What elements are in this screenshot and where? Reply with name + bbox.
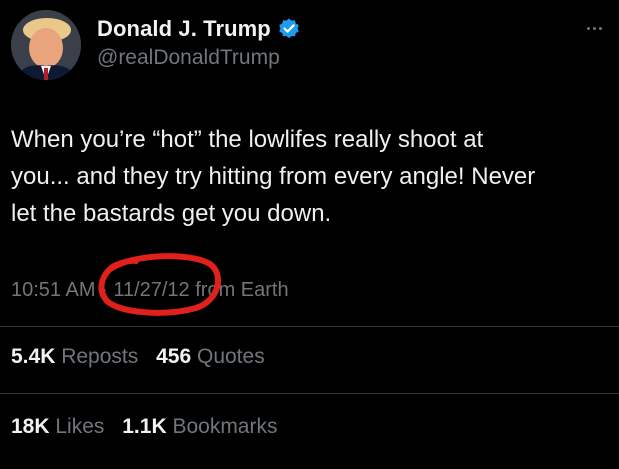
divider [0,393,619,394]
tweet-source: from Earth [195,279,289,301]
reposts-stat[interactable]: 5.4K Reposts [11,345,138,369]
bookmarks-stat[interactable]: 1.1K Bookmarks [122,415,277,439]
likes-label: Likes [55,415,105,438]
reposts-count: 5.4K [11,345,56,368]
stats-row-likes: 18K Likes 1.1K Bookmarks [11,415,289,439]
tweet-date[interactable]: 11/27/12 [113,279,189,301]
likes-count: 18K [11,415,50,438]
tweet-time[interactable]: 10:51 AM [11,279,96,301]
bookmarks-count: 1.1K [122,415,167,438]
stats-row-engagement: 5.4K Reposts 456 Quotes [11,345,277,369]
quotes-stat[interactable]: 456 Quotes [156,345,265,369]
tweet-text: When you’re “hot” the lowlifes really sh… [11,126,536,227]
likes-stat[interactable]: 18K Likes [11,415,104,439]
tweet-card: Donald J. Trump @realDonaldTrump When yo… [0,0,619,469]
verified-badge-icon [279,18,299,39]
avatar[interactable] [11,10,81,80]
reposts-label: Reposts [61,345,139,368]
author-display-name[interactable]: Donald J. Trump [97,16,271,42]
quotes-label: Quotes [196,345,265,368]
meta-separator: · [101,279,108,301]
tweet-meta: 10:51 AM · 11/27/12 from Earth [11,279,289,302]
avatar-image [11,10,81,80]
quotes-count: 456 [156,345,192,368]
more-options-icon[interactable] [587,22,613,34]
divider [0,326,619,327]
author-handle[interactable]: @realDonaldTrump [97,46,280,70]
author-name-row: Donald J. Trump [97,16,301,42]
bookmarks-label: Bookmarks [172,415,278,438]
